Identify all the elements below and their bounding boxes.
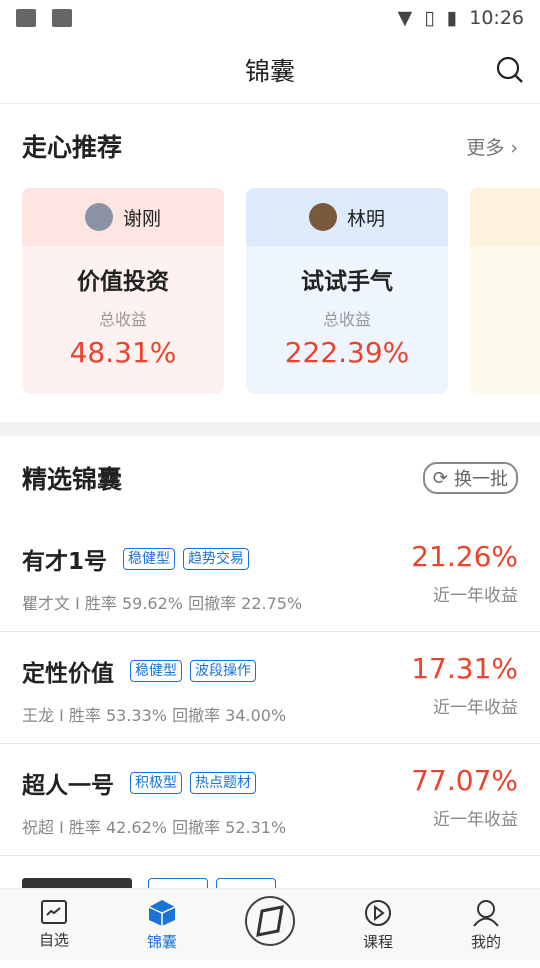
status-bar: ▼ ▯ ▮ 10:26 <box>0 0 540 36</box>
chart-icon <box>41 900 67 924</box>
cube-icon <box>148 900 176 926</box>
no-sim-icon: ▯ <box>424 7 435 29</box>
search-icon[interactable] <box>496 56 524 84</box>
section-title: 走心推荐 <box>22 133 123 162</box>
recommend-card[interactable]: 谢刚 价值投资 总收益 48.31% <box>22 188 224 394</box>
return-label: 近一年收益 <box>433 810 518 830</box>
portfolio-name: 超人一号 <box>22 773 114 799</box>
tag: 趋势交易 <box>183 548 250 570</box>
page-title: 锦囊 <box>244 56 295 86</box>
portfolio-name: 十 <box>470 262 540 296</box>
recommend-card[interactable]: 十 7 <box>470 188 540 394</box>
more-link[interactable]: 更多 › <box>466 133 518 160</box>
return-label: 总收益 <box>98 310 147 329</box>
return-label: 近一年收益 <box>433 698 518 718</box>
wifi-icon: ▼ <box>397 7 413 29</box>
compass-logo-icon <box>245 896 295 946</box>
author-name: 谢刚 <box>122 207 161 230</box>
return-value: 77.07% <box>411 764 518 797</box>
divider <box>0 422 540 436</box>
recommend-card[interactable]: 林明 试试手气 总收益 222.39% <box>246 188 448 394</box>
nav-watchlist[interactable]: 自选 <box>0 889 108 960</box>
portfolio-name: 定性价值 <box>22 661 114 687</box>
return-label: 近一年收益 <box>433 586 518 606</box>
author-name: 林明 <box>346 207 385 230</box>
stats: 王龙 I 胜率 53.33% 回撤率 34.00% <box>22 706 287 725</box>
list-item[interactable]: 有才1号 稳健型 趋势交易 瞿才文 I 胜率 59.62% 回撤率 22.75% … <box>0 520 540 632</box>
stats: 瞿才文 I 胜率 59.62% 回撤率 22.75% <box>22 594 303 613</box>
refresh-button[interactable]: ⟳ 换一批 <box>422 462 518 494</box>
stats: 祝超 I 胜率 42.62% 回撤率 52.31% <box>22 818 287 837</box>
tag: 稳健型 <box>130 660 182 682</box>
return-value: 17.31% <box>411 652 518 685</box>
refresh-icon: ⟳ <box>432 467 448 489</box>
portfolio-name: 价值投资 <box>77 269 169 295</box>
clock: 10:26 <box>469 7 524 29</box>
nav-tips[interactable]: 锦囊 <box>108 889 216 960</box>
portfolio-name: 试试手气 <box>301 269 393 295</box>
return-value: 222.39% <box>284 336 410 369</box>
avatar <box>84 203 113 231</box>
avatar <box>308 203 337 231</box>
return-value: 21.26% <box>411 540 518 573</box>
app-header: 锦囊 <box>0 36 540 104</box>
portfolio-name: 有才1号 <box>22 549 108 575</box>
nav-profile[interactable]: 我的 <box>432 889 540 960</box>
bottom-nav: 自选 锦囊 课程 我的 <box>0 888 540 960</box>
return-value: 7 <box>470 306 540 339</box>
tag: 波段操作 <box>190 660 256 682</box>
recommend-section: 走心推荐 更多 › 谢刚 价值投资 总收益 48.31% 林明 试试手气 总收益 … <box>0 104 540 422</box>
tag: 热点题材 <box>190 772 256 794</box>
nav-courses[interactable]: 课程 <box>324 889 432 960</box>
nav-center[interactable] <box>216 889 324 960</box>
battery-icon: ▮ <box>446 7 458 29</box>
user-icon <box>473 900 499 927</box>
tag: 稳健型 <box>123 548 176 570</box>
return-value: 48.31% <box>69 336 177 369</box>
list-item[interactable]: 超人一号 积极型 热点题材 祝超 I 胜率 42.62% 回撤率 52.31% 7… <box>0 744 540 856</box>
font-icon <box>52 9 72 27</box>
list-item[interactable]: 定性价值 稳健型 波段操作 王龙 I 胜率 53.33% 回撤率 34.00% 1… <box>0 632 540 744</box>
play-icon <box>365 900 391 926</box>
return-label: 总收益 <box>322 310 371 329</box>
section-title: 精选锦囊 <box>22 465 123 494</box>
image-icon <box>16 9 36 27</box>
tag: 积极型 <box>130 772 182 794</box>
